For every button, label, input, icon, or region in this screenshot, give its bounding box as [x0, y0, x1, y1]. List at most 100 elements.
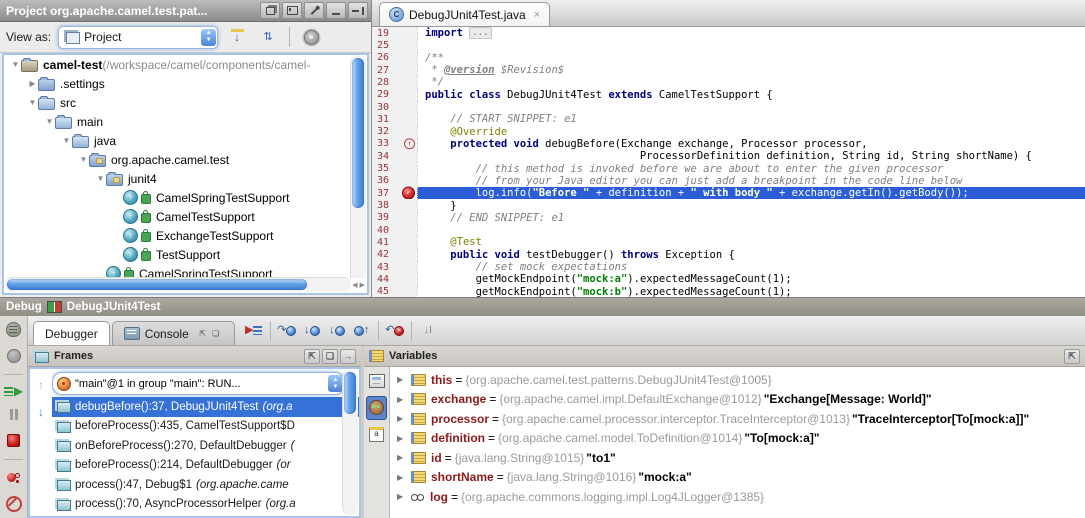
show-execution-point-button[interactable]: ▶	[243, 321, 265, 341]
tree-vscroll-thumb[interactable]	[352, 58, 364, 208]
step-out-button[interactable]: ↑	[351, 321, 373, 341]
variable-row[interactable]: ▶exchange = {org.apache.camel.impl.Defau…	[390, 390, 1085, 410]
debug-pause-button[interactable]	[9, 406, 19, 424]
frame-row[interactable]: onBeforeProcess():270, DefaultDebugger (	[52, 436, 359, 456]
code-line[interactable]: 29public class DebugJUnit4Test extends C…	[372, 89, 1085, 101]
expand-icon[interactable]: ▶	[397, 434, 406, 443]
frame-row[interactable]: beforeProcess():435, CamelTestSupport$D	[52, 417, 359, 437]
code-line[interactable]: 45 getMockEndpoint("mock:b").expectedMes…	[372, 286, 1085, 297]
frame-row[interactable]: beforeProcess():214, DefaultDebugger (or	[52, 456, 359, 476]
float-button[interactable]	[322, 349, 338, 364]
debug-mute-breakpoints-button[interactable]	[6, 495, 22, 513]
tree-item[interactable]: ExchangeTestSupport	[4, 226, 367, 245]
thread-stepper[interactable]: ▲▼	[328, 375, 343, 392]
view-as-dropdown[interactable]: Project ▲▼	[58, 26, 218, 49]
expand-icon[interactable]: ▶	[397, 414, 406, 423]
code-line[interactable]: 35 // this method is invoked before we a…	[372, 162, 1085, 174]
restore-button[interactable]	[1064, 349, 1080, 364]
step-into-button[interactable]: ↓	[301, 321, 323, 341]
autoscroll-to-source-button[interactable]	[225, 26, 249, 48]
tree-scroll-arrows[interactable]: ◀ ▶	[351, 278, 366, 292]
tree-horizontal-scrollbar[interactable]	[5, 277, 351, 292]
console-restore-icon[interactable]: ⇱	[196, 327, 210, 340]
tree-expand-icon[interactable]: ▼	[78, 155, 89, 164]
frame-row[interactable]: process():70, AsyncProcessorHelper (org.…	[52, 495, 359, 515]
tree-item[interactable]: CamelTestSupport	[4, 207, 367, 226]
force-step-into-button[interactable]: ↓	[326, 321, 348, 341]
variable-row[interactable]: ▶log = {org.apache.commons.logging.impl.…	[390, 487, 1085, 507]
collapse-all-button[interactable]	[256, 26, 280, 48]
code-line[interactable]: 32 @Override	[372, 126, 1085, 138]
code-line[interactable]: 40	[372, 224, 1085, 236]
hide-right-button[interactable]	[348, 2, 368, 19]
auto-button[interactable]	[369, 426, 384, 444]
settings-button[interactable]	[299, 26, 323, 48]
tree-item[interactable]: ▼junit4	[4, 169, 367, 188]
tree-item[interactable]: ▼src	[4, 93, 367, 112]
console-float-icon[interactable]: ❏	[209, 327, 223, 340]
minimize-button[interactable]	[326, 2, 346, 19]
override-icon[interactable]	[404, 138, 415, 149]
tree-item[interactable]: CamelSpringTestSupport	[4, 188, 367, 207]
tree-hscroll-thumb[interactable]	[7, 279, 307, 290]
tree-expand-icon[interactable]: ▼	[27, 98, 38, 107]
expand-icon[interactable]: ▶	[397, 453, 406, 462]
tree-item[interactable]: ▼java	[4, 131, 367, 150]
debug-resume-button[interactable]: ▶	[4, 384, 23, 398]
expand-icon[interactable]: ▶	[397, 375, 406, 384]
code-line[interactable]: 28 */	[372, 76, 1085, 88]
tree-item[interactable]: TestSupport	[4, 245, 367, 264]
code-line[interactable]: 33 protected void debugBefore(Exchange e…	[372, 138, 1085, 150]
dropdown-stepper[interactable]: ▲▼	[201, 29, 216, 46]
debug-update-button[interactable]	[7, 347, 21, 365]
variable-row[interactable]: ▶definition = {org.apache.camel.model.To…	[390, 429, 1085, 449]
code-line[interactable]: 42 public void testDebugger() throws Exc…	[372, 249, 1085, 261]
expand-icon[interactable]: ▶	[397, 492, 406, 501]
code-line[interactable]: 44 getMockEndpoint("mock:a").expectedMes…	[372, 273, 1085, 285]
code-line[interactable]: 30	[372, 101, 1085, 113]
debug-rerun-button[interactable]	[6, 321, 21, 339]
frames-scroll-thumb[interactable]	[344, 372, 356, 414]
code-line[interactable]: 31 // START SNIPPET: e1	[372, 113, 1085, 125]
frame-row[interactable]: debugBefore():37, DebugJUnit4Test (org.a	[52, 397, 359, 417]
tree-item[interactable]: ▶.settings	[4, 74, 367, 93]
code-line[interactable]: 26/**	[372, 52, 1085, 64]
variable-row[interactable]: ▶processor = {org.apache.camel.processor…	[390, 409, 1085, 429]
code-line[interactable]: 36 // from your Java editor you can just…	[372, 175, 1085, 187]
debug-stop-button[interactable]	[7, 432, 20, 450]
tree-expand-icon[interactable]: ▼	[44, 117, 55, 126]
code-line[interactable]: 19import ...	[372, 27, 1085, 39]
previous-frame-button[interactable]: ↑	[38, 378, 44, 392]
thread-selector[interactable]: "main"@1 in group "main": RUN... ▲▼	[52, 372, 345, 395]
hide-arr-button[interactable]	[340, 349, 356, 364]
tab-console[interactable]: Console ⇱ ❏	[112, 321, 235, 345]
code-line[interactable]: 25	[372, 39, 1085, 51]
code-line[interactable]: 41 @Test	[372, 236, 1085, 248]
drop-frame-button[interactable]: ↶	[384, 321, 406, 341]
watch-button[interactable]	[366, 396, 387, 420]
tree-expand-icon[interactable]: ▼	[10, 60, 21, 69]
variable-row[interactable]: ▶id = {java.lang.String@1015}"to1"	[390, 448, 1085, 468]
step-over-button[interactable]: ↷	[276, 321, 298, 341]
close-tab-icon[interactable]: ×	[534, 9, 540, 21]
editor-tab[interactable]: DebugJUnit4Test.java ×	[379, 2, 550, 26]
pin-button[interactable]	[304, 2, 324, 19]
code-editor[interactable]: 19import ...2526/**27 * @version $Revisi…	[372, 27, 1085, 297]
code-line[interactable]: 34 ProcessorDefinition definition, Strin…	[372, 150, 1085, 162]
next-frame-button[interactable]: ↓	[38, 405, 44, 419]
breakpoint-icon[interactable]	[402, 187, 415, 200]
expand-icon[interactable]: ▶	[397, 473, 406, 482]
tree-expand-icon[interactable]: ▶	[27, 79, 38, 88]
tree-expand-icon[interactable]: ▼	[61, 136, 72, 145]
code-line[interactable]: 37 log.info("Before " + definition + " w…	[372, 187, 1085, 199]
expand-icon[interactable]: ▶	[397, 395, 406, 404]
restore-button[interactable]	[304, 349, 320, 364]
variable-row[interactable]: ▶this = {org.apache.camel.test.patterns.…	[390, 370, 1085, 390]
variable-row[interactable]: ▶shortName = {java.lang.String@1016}"moc…	[390, 468, 1085, 488]
tree-item[interactable]: ▼org.apache.camel.test	[4, 150, 367, 169]
code-line[interactable]: 38 }	[372, 199, 1085, 211]
dock-button[interactable]	[282, 2, 302, 19]
tree-item[interactable]: ▼camel-test (/workspace/camel/components…	[4, 55, 367, 74]
run-to-cursor-button[interactable]: ↓I	[417, 321, 439, 341]
float-button[interactable]	[260, 2, 280, 19]
